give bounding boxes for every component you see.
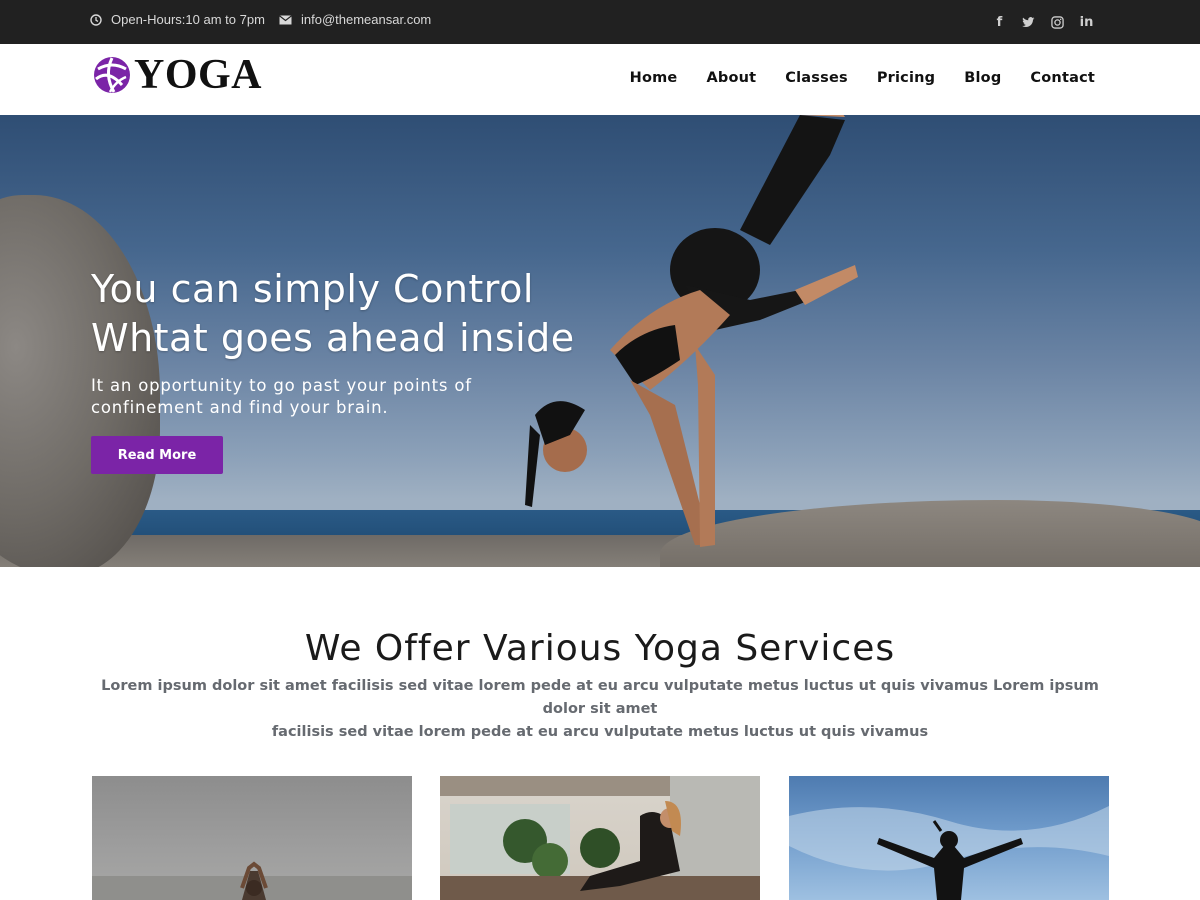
read-more-button[interactable]: Read More xyxy=(91,436,223,474)
nav-item-pricing[interactable]: Pricing xyxy=(877,70,935,86)
service-card-image xyxy=(440,776,760,900)
services-title: We Offer Various Yoga Services xyxy=(304,628,896,669)
nav-item-home[interactable]: Home xyxy=(630,70,678,86)
hero-banner: You can simply Control Whtat goes ahead … xyxy=(0,115,1200,567)
service-card-image xyxy=(92,861,412,900)
clock-icon xyxy=(90,13,102,26)
services-description-line-1: Lorem ipsum dolor sit amet facilisis sed… xyxy=(101,678,1099,717)
nav-item-contact[interactable]: Contact xyxy=(1030,70,1095,86)
logo-text: YOGA xyxy=(134,52,262,98)
site-header: YOGA Home About Classes Pricing Blog Con… xyxy=(0,44,1200,115)
service-cards xyxy=(0,776,1200,900)
nav-item-about[interactable]: About xyxy=(706,70,756,86)
nav-item-blog[interactable]: Blog xyxy=(964,70,1001,86)
contact-email[interactable]: info@themeansar.com xyxy=(279,12,431,27)
opening-hours-text: Open-Hours:10 am to 7pm xyxy=(111,12,265,27)
envelope-icon xyxy=(279,14,292,24)
services-description: Lorem ipsum dolor sit amet facilisis sed… xyxy=(100,675,1100,744)
service-card-studio[interactable] xyxy=(440,776,760,900)
top-info-bar: Open-Hours:10 am to 7pm info@themeansar.… xyxy=(0,0,1200,44)
service-card-outdoor[interactable] xyxy=(789,776,1109,900)
main-navigation: Home About Classes Pricing Blog Contact xyxy=(630,70,1095,86)
hero-title-line-2: Whtat goes ahead inside xyxy=(91,316,575,360)
service-card-image xyxy=(789,806,1109,900)
service-card-meditation[interactable] xyxy=(92,776,412,900)
linkedin-icon[interactable]: in xyxy=(1079,13,1094,31)
hero-subtitle: It an opportunity to go past your points… xyxy=(91,376,472,417)
hero-title: You can simply Control Whtat goes ahead … xyxy=(91,265,611,363)
email-text[interactable]: info@themeansar.com xyxy=(301,12,431,27)
instagram-icon[interactable] xyxy=(1050,13,1065,31)
yoga-logo-icon xyxy=(94,57,130,93)
facebook-icon[interactable]: f xyxy=(992,13,1007,31)
site-logo[interactable]: YOGA xyxy=(92,54,262,96)
twitter-icon[interactable] xyxy=(1021,13,1036,31)
opening-hours: Open-Hours:10 am to 7pm xyxy=(90,12,265,27)
social-links: f in xyxy=(992,13,1094,31)
nav-item-classes[interactable]: Classes xyxy=(785,70,848,86)
hero-title-line-1: You can simply Control xyxy=(91,267,534,311)
services-description-line-2: facilisis sed vitae lorem pede at eu arc… xyxy=(271,724,929,740)
